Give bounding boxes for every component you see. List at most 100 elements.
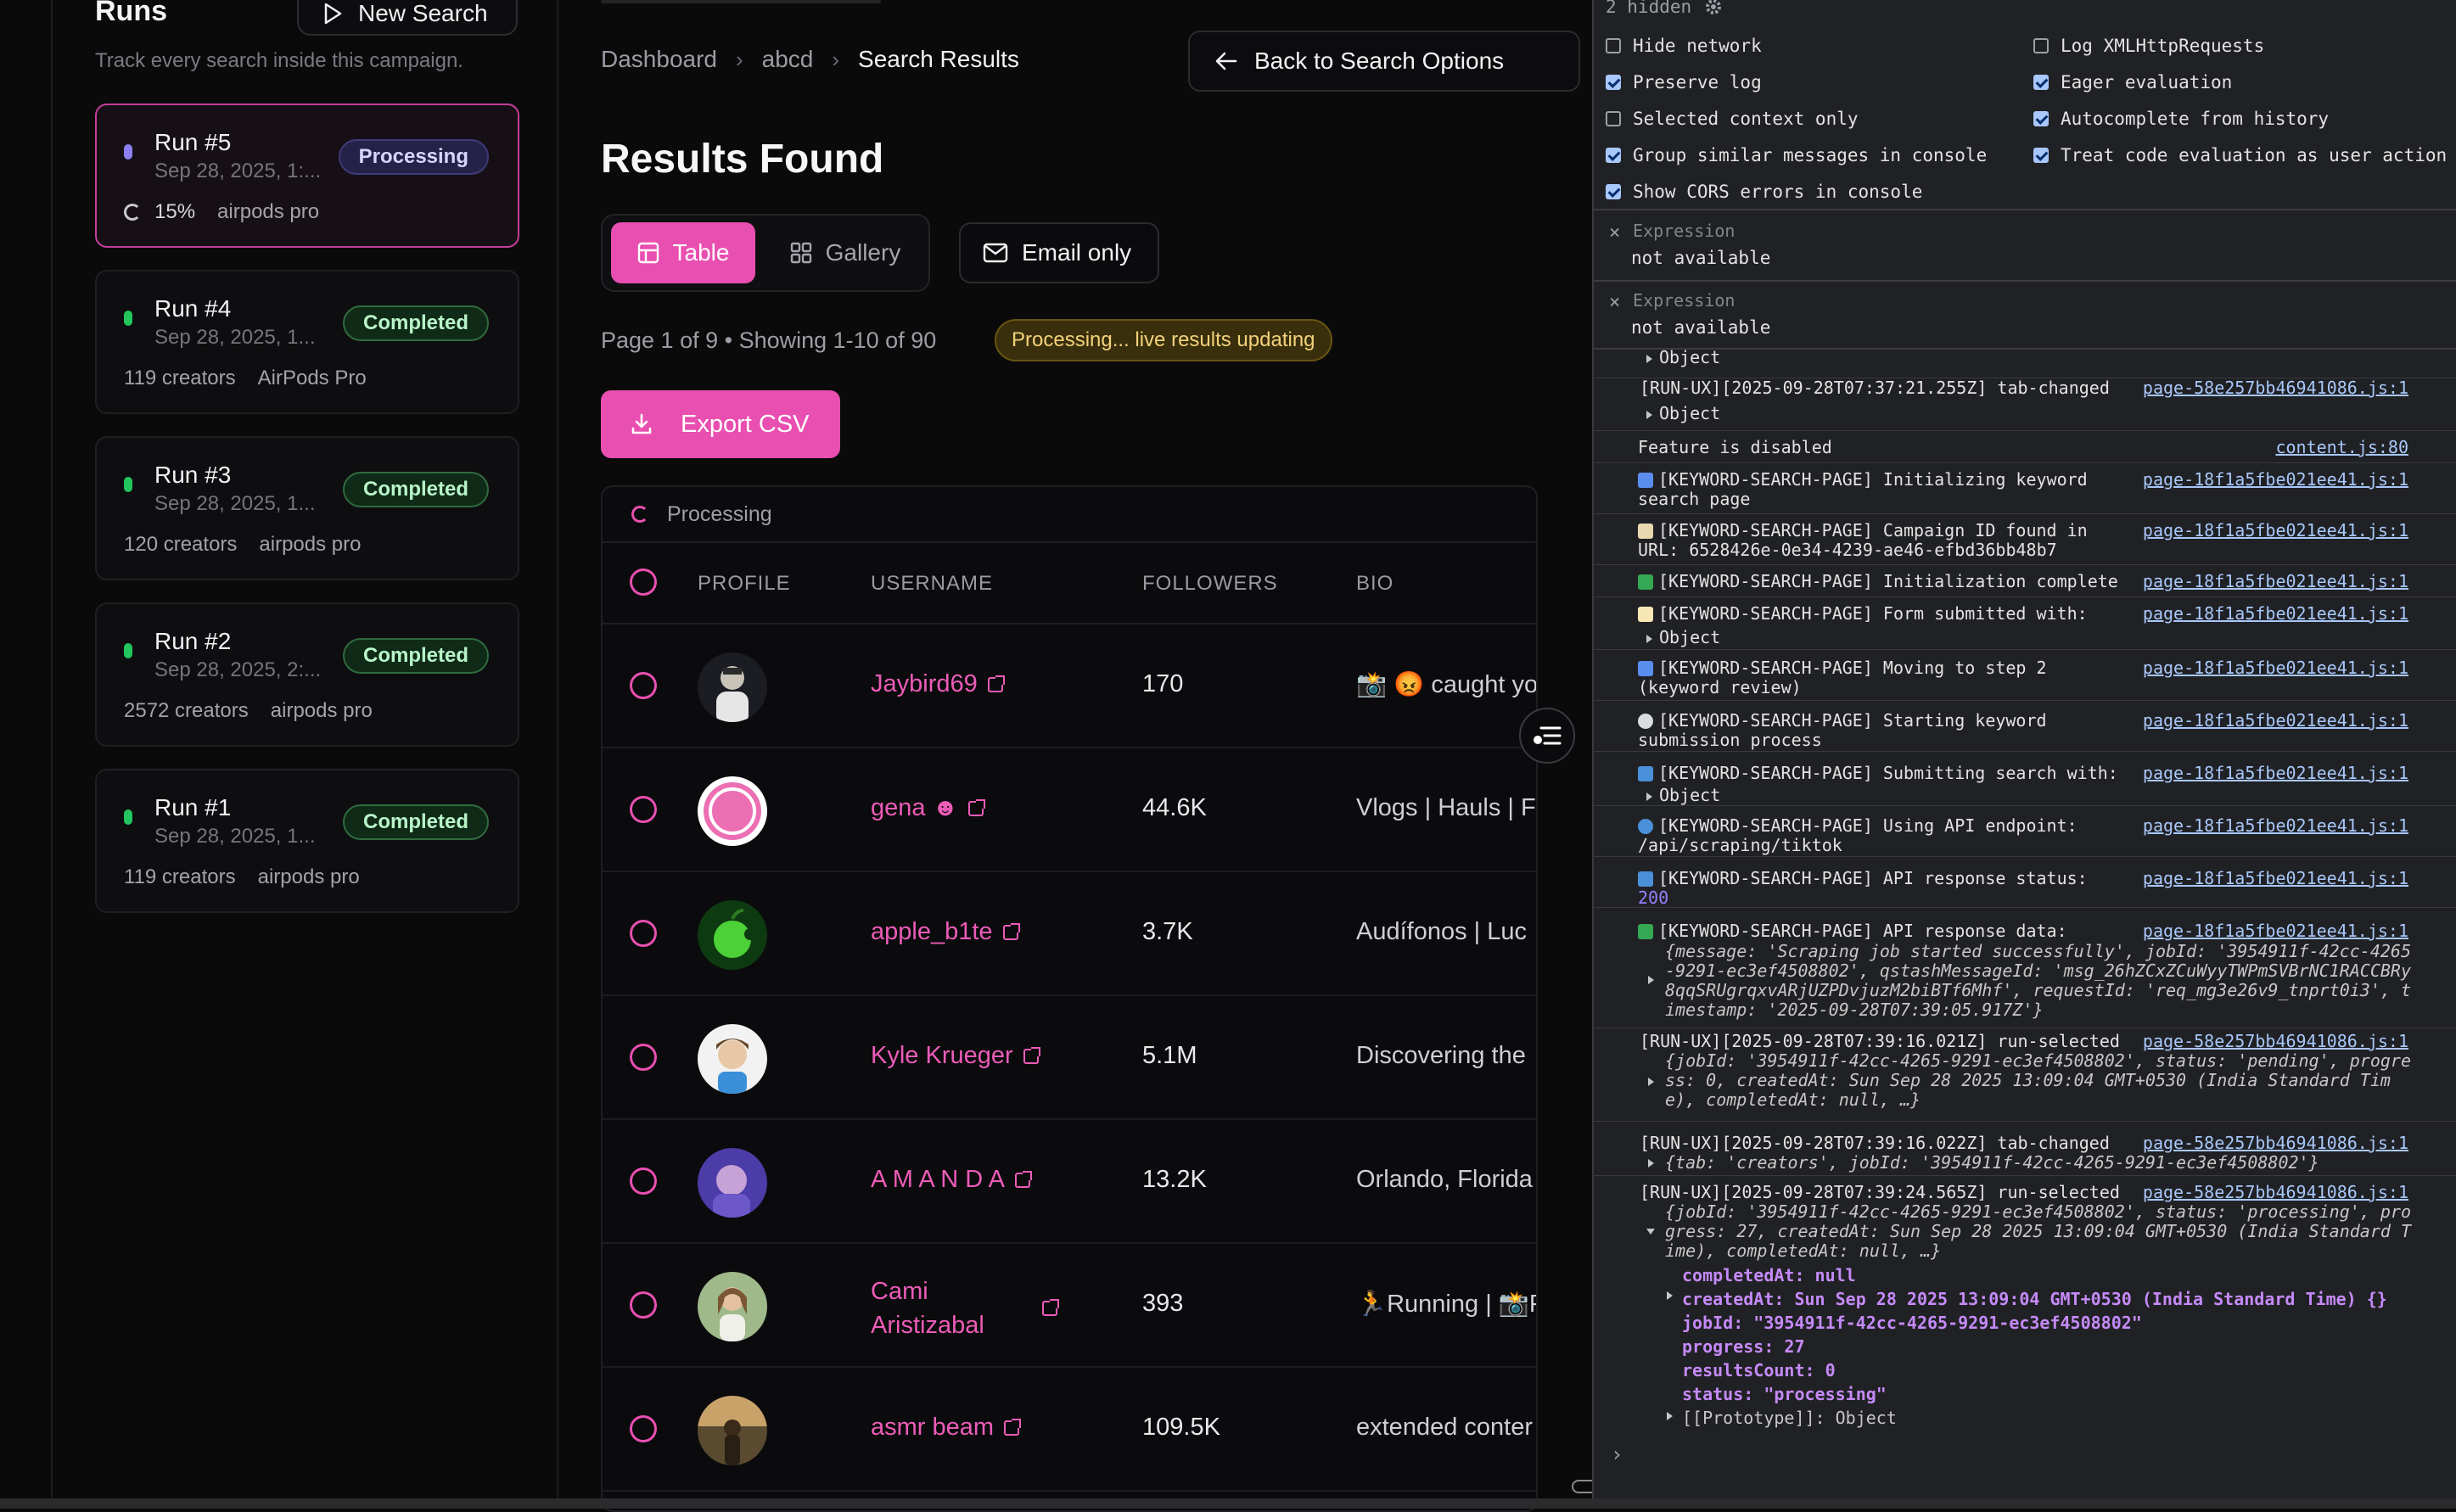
row-checkbox[interactable] [630,1415,657,1442]
gear-icon[interactable] [1703,0,1724,17]
expand-caret-icon[interactable] [1648,976,1654,984]
expand-caret-icon[interactable] [1667,1291,1673,1300]
expand-caret-icon[interactable] [1646,792,1652,801]
setting-treat-code[interactable]: Treat code evaluation as user action [2033,145,2447,165]
setting-eager-eval[interactable]: Eager evaluation [2033,72,2232,92]
log-source-link[interactable]: page-18f1a5fbe021ee41.js:1 [2143,711,2408,731]
log-message[interactable]: Object [1646,404,1720,423]
breadcrumb-dashboard[interactable]: Dashboard [601,46,717,73]
log-source-link[interactable]: page-58e257bb46941086.js:1 [2143,1134,2408,1153]
checkbox[interactable] [2033,75,2049,90]
live-expression[interactable]: × Expression not available [1594,283,2456,353]
log-text: (keyword review) [1638,677,1802,697]
checkbox[interactable] [1606,75,1621,90]
setting-autocomplete[interactable]: Autocomplete from history [2033,109,2329,129]
log-source-link[interactable]: page-58e257bb46941086.js:1 [2143,378,2408,398]
column-header-followers[interactable]: FOLLOWERS [1142,572,1278,596]
username-link[interactable]: A M A N D A [871,1166,1032,1194]
username-link[interactable]: apple_b1te [871,918,1020,946]
run-card-1[interactable]: Run #1 Sep 28, 2025, 1... Completed 119 … [95,769,519,913]
log-message[interactable]: Object [1646,628,1720,647]
column-header-username[interactable]: USERNAME [871,572,993,596]
expand-caret-icon[interactable] [1646,634,1652,643]
run-date: Sep 28, 2025, 2:... [154,658,322,681]
log-source-link[interactable]: page-18f1a5fbe021ee41.js:1 [2143,470,2408,490]
log-source-link[interactable]: page-58e257bb46941086.js:1 [2143,1032,2408,1051]
log-source-link[interactable]: page-18f1a5fbe021ee41.js:1 [2143,869,2408,888]
checkbox[interactable] [2033,111,2049,126]
row-checkbox[interactable] [630,672,657,699]
floating-menu-button[interactable] [1519,708,1575,764]
table-processing-bar: Processing [603,487,1536,543]
setting-log-xhr[interactable]: Log XMLHttpRequests [2033,36,2264,56]
close-icon[interactable]: × [1609,222,1620,244]
log-source-link[interactable]: page-18f1a5fbe021ee41.js:1 [2143,921,2408,941]
log-source-link[interactable]: page-18f1a5fbe021ee41.js:1 [2143,764,2408,783]
expand-caret-icon[interactable] [1646,410,1652,419]
username-link[interactable]: asmr beam [871,1414,1022,1442]
new-search-label: New Search [358,0,488,26]
run-card-4[interactable]: Run #4 Sep 28, 2025, 1... Completed 119 … [95,270,519,414]
setting-preserve-log[interactable]: Preserve log [1606,72,1762,92]
breadcrumb-campaign[interactable]: abcd [762,46,814,73]
close-icon[interactable]: × [1609,292,1620,313]
log-source-link[interactable]: page-18f1a5fbe021ee41.js:1 [2143,572,2408,591]
checkbox[interactable] [2033,38,2049,53]
username-link[interactable]: Jaybird69 [871,670,1005,698]
avatar [698,652,767,722]
new-search-button[interactable]: New Search [297,0,518,36]
log-source-link[interactable]: page-58e257bb46941086.js:1 [2143,1183,2408,1202]
row-checkbox[interactable] [630,920,657,947]
row-checkbox[interactable] [630,1291,657,1319]
expand-caret-icon[interactable] [1646,354,1652,363]
run-card-2[interactable]: Run #2 Sep 28, 2025, 2:... Completed 257… [95,602,519,747]
setting-selected-context[interactable]: Selected context only [1606,109,1859,129]
row-checkbox[interactable] [630,796,657,823]
property-results-count: resultsCount: 0 [1682,1360,1836,1380]
log-source-link[interactable]: page-18f1a5fbe021ee41.js:1 [2143,816,2408,836]
collapse-caret-icon[interactable] [1646,1229,1655,1235]
tab-gallery[interactable]: Gallery [769,222,922,283]
status-badge: Completed [342,472,489,507]
checkbox[interactable] [2033,148,2049,163]
log-text: [RUN-UX][2025-09-28T07:37:21.255Z] tab-c… [1640,378,2110,398]
log-message: [KEYWORD-SEARCH-PAGE] Using API endpoint… [1638,816,2078,836]
checkbox[interactable] [1606,184,1621,199]
log-text: [KEYWORD-SEARCH-PAGE] Starting keyword [1658,710,2047,731]
log-text: [RUN-UX][2025-09-28T07:39:24.565Z] run-s… [1640,1182,2120,1202]
setting-cors-errors[interactable]: Show CORS errors in console [1606,182,1922,202]
log-source-link[interactable]: page-18f1a5fbe021ee41.js:1 [2143,604,2408,624]
back-to-search-options-button[interactable]: Back to Search Options [1188,31,1580,92]
expand-caret-icon[interactable] [1648,1078,1654,1086]
row-checkbox[interactable] [630,1044,657,1071]
console-prompt[interactable]: › [1611,1442,1623,1466]
table-row: Cami Aristizabal 393 🏃Running | 📸Pl [603,1244,1536,1368]
expand-caret-icon[interactable] [1667,1412,1673,1420]
setting-group-similar[interactable]: Group similar messages in console [1606,145,1987,165]
log-source-link[interactable]: content.js:80 [2275,438,2408,457]
email-only-button[interactable]: Email only [959,222,1159,283]
username-link[interactable]: gena ☻ [871,794,986,822]
run-query: airpods pro [217,200,320,223]
log-source-link[interactable]: page-18f1a5fbe021ee41.js:1 [2143,521,2408,540]
username-link[interactable]: Kyle Krueger [871,1042,1040,1070]
log-text: {jobId: '3954911f-42cc-4265-9291-ec3ef45… [1665,1050,2411,1071]
run-card-5[interactable]: Run #5 Sep 28, 2025, 1:... Processing 15… [95,104,519,248]
setting-hide-network[interactable]: Hide network [1606,36,1762,56]
checkbox[interactable] [1606,38,1621,53]
app-area: Runs New Search Track every search insid… [0,0,1640,1512]
log-text: [KEYWORD-SEARCH-PAGE] Initializing keywo… [1658,469,2088,490]
tab-table[interactable]: Table [611,222,755,283]
expand-caret-icon[interactable] [1648,1159,1654,1168]
export-csv-button[interactable]: Export CSV [601,390,840,458]
log-source-link[interactable]: page-18f1a5fbe021ee41.js:1 [2143,658,2408,678]
live-expression[interactable]: × Expression not available [1594,214,2456,283]
log-message[interactable]: Object [1646,786,1720,805]
run-card-3[interactable]: Run #3 Sep 28, 2025, 1... Completed 120 … [95,436,519,580]
username-link[interactable]: Cami Aristizabal [871,1274,1059,1342]
row-checkbox[interactable] [630,1168,657,1195]
log-message[interactable]: Object [1646,348,1720,367]
checkbox[interactable] [1606,148,1621,163]
checkbox[interactable] [1606,111,1621,126]
select-all-checkbox[interactable] [630,568,657,596]
